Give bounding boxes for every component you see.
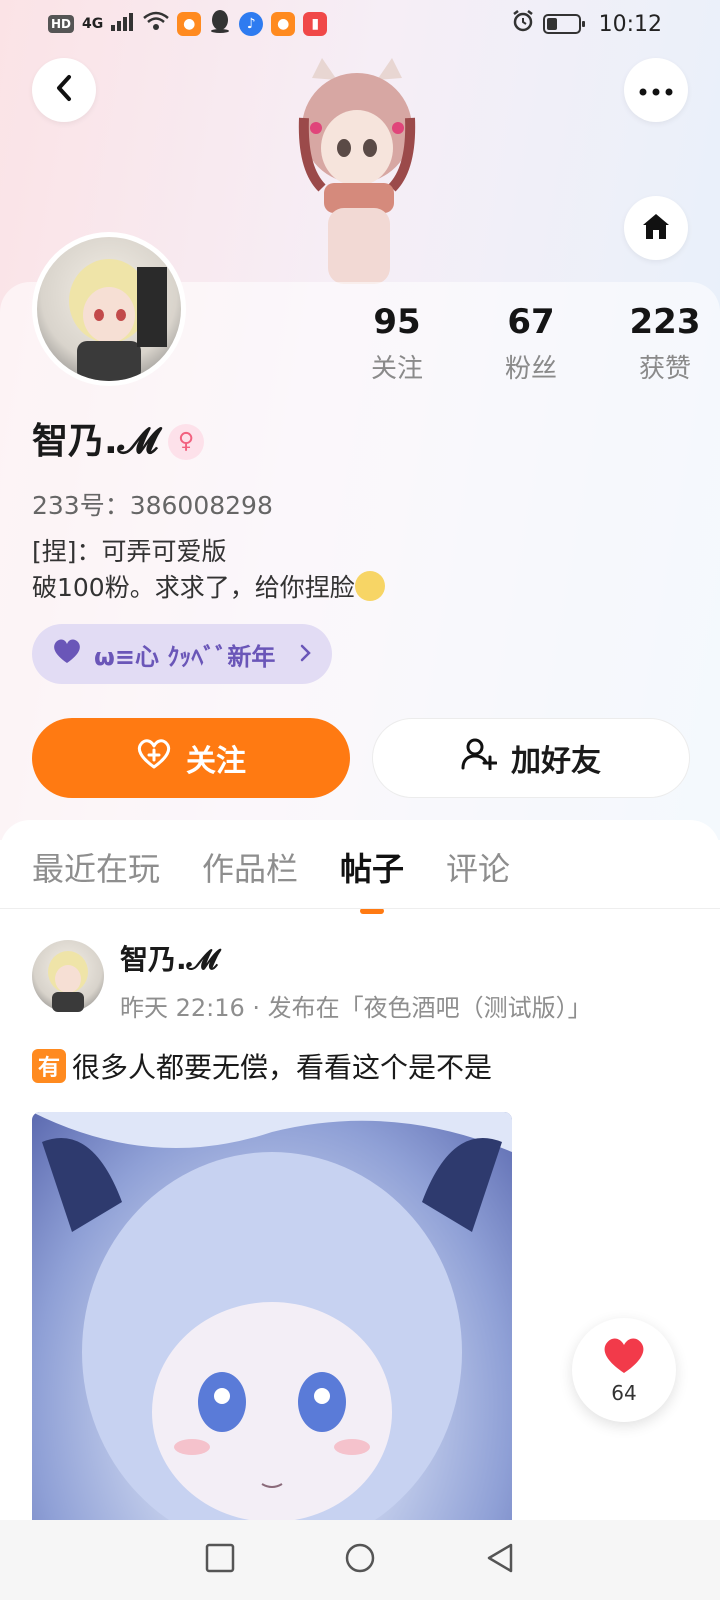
add-friend-button[interactable]: 加好友 (372, 718, 690, 798)
music-app-icon: ♪ (239, 12, 264, 36)
app-notification-icon-2: ● (271, 12, 296, 36)
post-meta: 昨天 22:16 · 发布在「夜色酒吧（测试版）」 (120, 994, 592, 1022)
battery-icon (542, 14, 585, 34)
heart-plus-icon (136, 738, 172, 778)
tag-text: ω≡心 ｸｯﾍﾞﾞ新年 (94, 642, 276, 671)
stat-following[interactable]: 95 关注 (330, 300, 464, 385)
qq-icon (209, 9, 231, 39)
like-count: 64 (611, 1381, 637, 1405)
more-dots-icon (639, 81, 673, 100)
follow-button[interactable]: 关注 (32, 718, 350, 798)
signal-icon (111, 11, 135, 37)
pleading-face-emoji-icon (354, 571, 385, 601)
back-button[interactable] (32, 58, 96, 122)
profile-tag-pill[interactable]: ω≡心 ｸｯﾍﾞﾞ新年 (32, 624, 332, 684)
profile-avatar[interactable] (32, 232, 186, 386)
likes-count: 223 (629, 302, 701, 342)
following-label: 关注 (370, 354, 423, 384)
stat-likes[interactable]: 223 获赞 (598, 300, 720, 385)
username-text: 智乃.𝓜 (32, 421, 158, 462)
post-text[interactable]: 有 很多人都要无偿，看看这个是不是 (32, 1046, 492, 1086)
bio-text: [捏]：可弄可爱版 破100粉。求求了，给你捏脸 (32, 537, 355, 602)
hd-indicator: HD (48, 15, 75, 33)
system-navigation-bar (0, 1520, 720, 1600)
app-notification-icon: ● (177, 12, 202, 36)
network-indicator: 4G (82, 16, 104, 32)
home-button[interactable] (624, 196, 688, 260)
followers-count: 67 (507, 302, 555, 342)
clock-time: 10:12 (598, 11, 662, 37)
add-person-icon (461, 738, 498, 778)
follow-button-label: 关注 (186, 744, 246, 779)
tab-comments[interactable]: 评论 (446, 846, 510, 892)
post-text-content: 很多人都要无偿，看看这个是不是 (72, 1051, 493, 1084)
tab-recently-played[interactable]: 最近在玩 (32, 846, 160, 892)
profile-content-area: 最近在玩 作品栏 帖子 评论 智乃.𝓜 昨天 22:16 · 发布在「夜色酒吧（… (0, 820, 720, 1600)
more-button[interactable] (624, 58, 688, 122)
add-friend-button-label: 加好友 (511, 744, 601, 779)
tab-divider (0, 908, 720, 909)
profile-username: 智乃.𝓜 ♀ (32, 420, 204, 464)
status-bar: HD 4G ● ♪ ● ▮ 10:12 (0, 0, 720, 48)
home-icon (640, 211, 672, 245)
profile-bio: [捏]：可弄可爱版 破100粉。求求了，给你捏脸 (32, 534, 385, 606)
purple-heart-icon (52, 638, 82, 670)
tab-posts[interactable]: 帖子 (340, 846, 404, 892)
post-author-avatar[interactable] (32, 940, 104, 1012)
profile-stats: 95 关注 67 粉丝 223 获赞 (330, 300, 720, 385)
tab-works[interactable]: 作品栏 (202, 846, 298, 892)
post-image[interactable] (32, 1112, 512, 1532)
heart-icon (601, 1335, 647, 1379)
following-count: 95 (373, 302, 421, 342)
like-button[interactable]: 64 (572, 1318, 676, 1422)
chevron-right-icon (300, 640, 312, 668)
home-circle-icon[interactable] (344, 1542, 376, 1578)
alarm-icon (511, 9, 535, 39)
status-right: 10:12 (511, 9, 662, 39)
female-gender-icon: ♀ (168, 424, 204, 460)
likes-label: 获赞 (638, 354, 691, 384)
post-author-name[interactable]: 智乃.𝓜 (120, 938, 218, 978)
banner-character-illustration (282, 58, 432, 284)
stat-followers[interactable]: 67 粉丝 (464, 300, 598, 385)
chevron-left-icon (52, 74, 76, 106)
post-badge-icon: 有 (32, 1049, 66, 1083)
recent-apps-icon[interactable] (205, 1543, 235, 1577)
reader-app-icon: ▮ (303, 12, 328, 36)
followers-label: 粉丝 (504, 354, 557, 384)
wifi-icon (143, 11, 170, 37)
profile-id[interactable]: 233号：386008298 (32, 486, 273, 522)
status-left: HD 4G ● ♪ ● ▮ (48, 9, 328, 39)
back-triangle-icon[interactable] (485, 1542, 515, 1578)
profile-tabs: 最近在玩 作品栏 帖子 评论 (32, 846, 510, 892)
